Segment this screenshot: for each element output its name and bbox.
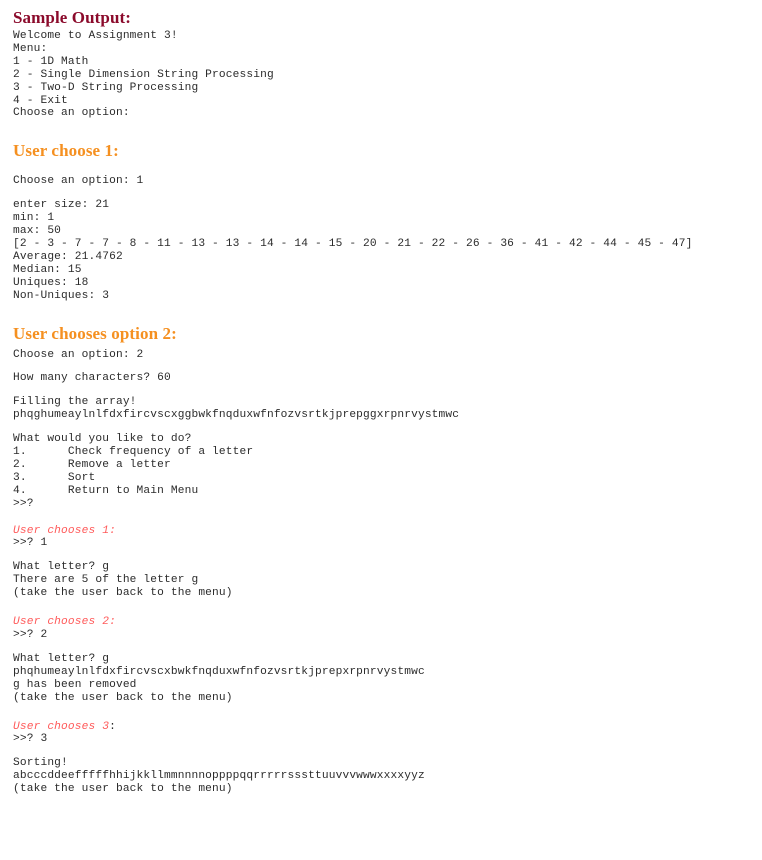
console-1d-math-output: enter size: 21 min: 1 max: 50 [2 - 3 - 7…: [13, 199, 693, 302]
console-sub-2-input: >>? 2: [13, 629, 48, 641]
heading-sample-output: Sample Output:: [13, 8, 132, 27]
sub-label-user-chooses-3: User chooses 3:: [13, 721, 762, 734]
console-choose-option-1-prompt: Choose an option: 1: [13, 175, 144, 188]
console-sub-1-input: >>? 1: [13, 537, 48, 550]
console-sub-3-output: Sorting! abcccddeefffffhhijkkllmmnnnnopp…: [13, 757, 425, 796]
sub-label-user-chooses-3-tail: :: [109, 720, 116, 733]
console-filling-the-array: Filling the array! phqghumeaylnlfdxfircv…: [13, 396, 460, 422]
heading-user-choose-1: User choose 1:: [13, 141, 119, 161]
sub-label-user-chooses-2: User chooses 2:: [13, 616, 762, 629]
heading-user-chooses-option-2: User chooses option 2:: [13, 323, 177, 343]
document-body: Sample Output: Welcome to Assignment 3! …: [0, 0, 762, 796]
console-sub-3-input: >>? 3: [13, 733, 48, 746]
console-sub-2-output: What letter? g phqhumeaylnlfdxfircvscxbw…: [13, 652, 425, 704]
console-string-processing-menu: What would you like to do? 1. Check freq…: [13, 433, 254, 510]
sub-label-user-chooses-2-text: User chooses 2:: [13, 616, 116, 629]
console-sample-output: Welcome to Assignment 3! Menu: 1 - 1D Ma…: [13, 30, 274, 120]
console-how-many-characters: How many characters? 60: [13, 372, 171, 385]
sub-label-user-chooses-1: User chooses 1:: [13, 525, 762, 538]
console-choose-option-2-prompt: Choose an option: 2: [13, 348, 144, 361]
sub-label-user-chooses-3-text: User chooses 3: [13, 720, 110, 733]
sub-label-user-chooses-1-text: User chooses 1:: [13, 524, 116, 537]
console-sub-1-output: What letter? g There are 5 of the letter…: [13, 561, 233, 600]
